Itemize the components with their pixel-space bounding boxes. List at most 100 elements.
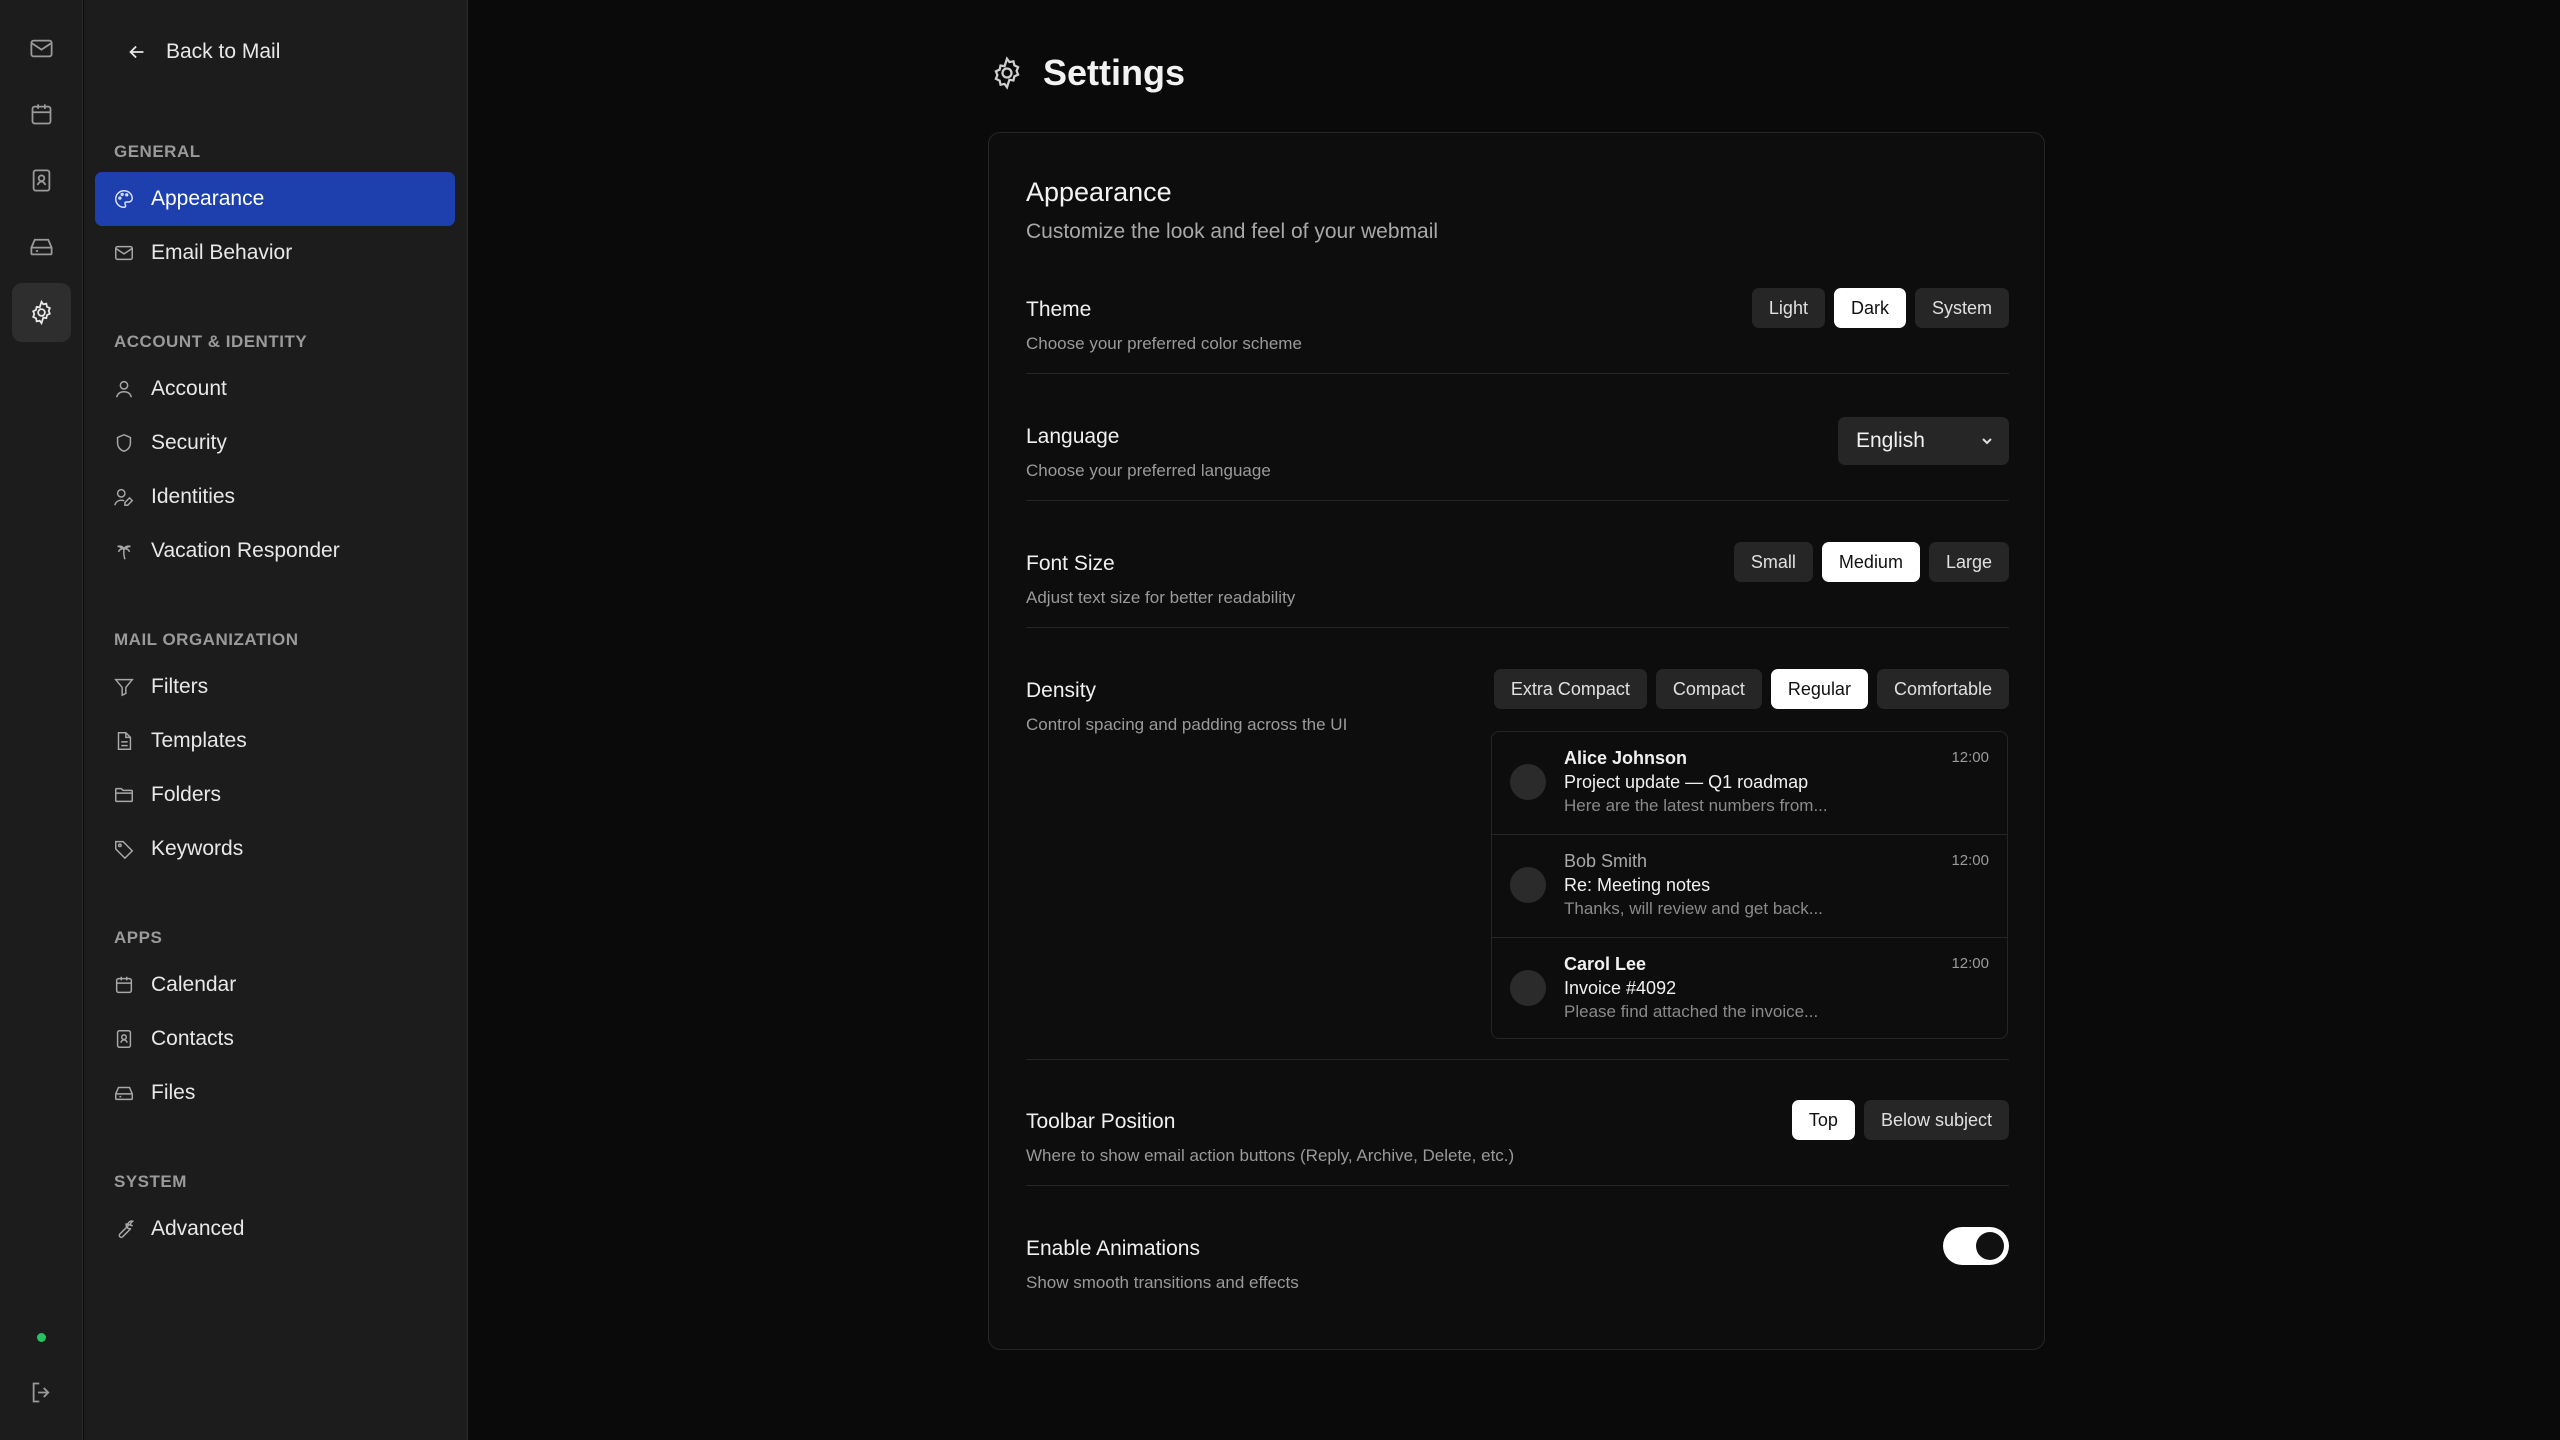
wrench-icon xyxy=(118,1220,135,1239)
density-preview-list: Alice Johnson Project update — Q1 roadma… xyxy=(1491,731,2008,1039)
sidebar-item-label: Keywords xyxy=(151,837,244,860)
avatar xyxy=(1510,970,1546,1006)
online-status-dot xyxy=(37,1333,46,1342)
divider xyxy=(1026,500,2009,501)
density-option-extra-compact[interactable]: Extra Compact xyxy=(1493,669,1647,709)
density-option-comfortable[interactable]: Comfortable xyxy=(1876,669,2009,709)
theme-selector: Light Dark System xyxy=(1751,288,2009,328)
toolbar-option-top[interactable]: Top xyxy=(1791,1100,1855,1140)
sidebar-item-security[interactable]: Security xyxy=(95,416,455,470)
sidebar-item-contacts[interactable]: Contacts xyxy=(95,1012,455,1066)
settings-icon[interactable] xyxy=(12,283,71,342)
animations-label: Enable Animations xyxy=(1026,1237,1200,1260)
animations-toggle[interactable] xyxy=(1943,1227,2009,1265)
density-setting: Density Control spacing and padding acro… xyxy=(1026,669,2009,734)
palm-tree-icon xyxy=(117,545,131,560)
logout-icon[interactable] xyxy=(12,1363,71,1422)
sidebar-item-label: Templates xyxy=(151,729,247,752)
preview-snippet: Here are the latest numbers from... xyxy=(1564,796,1828,815)
preview-time: 12:00 xyxy=(1951,749,1989,766)
back-to-mail-link[interactable]: Back to Mail xyxy=(126,34,280,70)
section-label-general: GENERAL xyxy=(114,142,201,161)
sidebar-item-advanced[interactable]: Advanced xyxy=(95,1202,455,1256)
sidebar-item-label: Files xyxy=(151,1081,196,1104)
theme-setting: Theme Choose your preferred color scheme… xyxy=(1026,288,2009,353)
divider xyxy=(1026,1185,2009,1186)
arrow-left-icon xyxy=(129,45,144,59)
shield-icon xyxy=(116,433,132,453)
sidebar-item-files[interactable]: Files xyxy=(95,1066,455,1120)
font-size-option-small[interactable]: Small xyxy=(1733,542,1813,582)
theme-option-light[interactable]: Light xyxy=(1751,288,1825,328)
document-icon xyxy=(117,732,132,750)
font-size-option-large[interactable]: Large xyxy=(1928,542,2009,582)
section-label-mail-organization: MAIL ORGANIZATION xyxy=(114,630,299,649)
language-select[interactable]: English xyxy=(1838,417,2009,465)
preview-sender: Bob Smith xyxy=(1564,851,1648,871)
settings-sidebar: Back to Mail GENERAL Appearance Email Be… xyxy=(84,0,468,1440)
theme-desc: Choose your preferred color scheme xyxy=(1026,334,1302,353)
language-setting: Language Choose your preferred language … xyxy=(1026,417,2009,480)
section-label-system: SYSTEM xyxy=(114,1172,187,1191)
sidebar-item-label: Calendar xyxy=(151,973,237,996)
preview-subject: Re: Meeting notes xyxy=(1564,875,1711,895)
density-option-regular[interactable]: Regular xyxy=(1770,669,1868,709)
list-item: Bob Smith Re: Meeting notes Thanks, will… xyxy=(1492,835,2007,938)
avatar xyxy=(1510,764,1546,800)
preview-snippet: Thanks, will review and get back... xyxy=(1564,899,1823,918)
sidebar-item-account[interactable]: Account xyxy=(95,362,455,416)
language-desc: Choose your preferred language xyxy=(1026,461,1271,480)
density-option-compact[interactable]: Compact xyxy=(1655,669,1762,709)
calendar-icon xyxy=(115,976,133,994)
sidebar-item-email-behavior[interactable]: Email Behavior xyxy=(95,226,455,280)
sidebar-item-templates[interactable]: Templates xyxy=(95,714,455,768)
tag-icon xyxy=(115,840,134,860)
preview-subject: Invoice #4092 xyxy=(1564,978,1677,998)
toolbar-position-desc: Where to show email action buttons (Repl… xyxy=(1026,1146,1515,1165)
sidebar-item-label: Email Behavior xyxy=(151,241,293,264)
calendar-icon[interactable] xyxy=(12,85,71,144)
sidebar-item-folders[interactable]: Folders xyxy=(95,768,455,822)
mail-icon[interactable] xyxy=(12,19,71,78)
density-label: Density xyxy=(1026,679,1097,702)
font-size-setting: Font Size Adjust text size for better re… xyxy=(1026,542,2009,607)
chevron-down-icon xyxy=(1982,438,1992,445)
divider xyxy=(1026,373,2009,374)
avatar xyxy=(1510,867,1546,903)
toolbar-option-below-subject[interactable]: Below subject xyxy=(1863,1100,2009,1140)
settings-icon xyxy=(994,56,1020,90)
sidebar-item-label: Contacts xyxy=(151,1027,234,1050)
sidebar-item-calendar[interactable]: Calendar xyxy=(95,958,455,1012)
sidebar-item-keywords[interactable]: Keywords xyxy=(95,822,455,876)
preview-snippet: Please find attached the invoice... xyxy=(1564,1002,1819,1021)
card-subtitle: Customize the look and feel of your webm… xyxy=(1026,220,1439,243)
font-size-selector: Small Medium Large xyxy=(1733,542,2009,582)
language-select-value: English xyxy=(1856,429,1925,452)
preview-sender: Carol Lee xyxy=(1564,954,1647,974)
folder-icon xyxy=(115,787,133,803)
sidebar-item-label: Advanced xyxy=(151,1217,245,1240)
theme-option-system[interactable]: System xyxy=(1914,288,2009,328)
palette-icon xyxy=(115,190,133,208)
divider xyxy=(1026,1059,2009,1060)
preview-time: 12:00 xyxy=(1951,955,1989,972)
density-desc: Control spacing and padding across the U… xyxy=(1026,715,1348,734)
contacts-icon xyxy=(116,1030,132,1048)
filter-icon xyxy=(114,678,134,697)
list-item: Alice Johnson Project update — Q1 roadma… xyxy=(1492,732,2007,835)
files-icon xyxy=(115,1086,133,1101)
divider xyxy=(1026,627,2009,628)
sidebar-item-vacation-responder[interactable]: Vacation Responder xyxy=(95,524,455,578)
sidebar-item-label: Security xyxy=(151,431,227,454)
font-size-option-medium[interactable]: Medium xyxy=(1821,542,1920,582)
files-icon[interactable] xyxy=(12,217,71,276)
sidebar-item-label: Identities xyxy=(151,485,236,508)
theme-option-dark[interactable]: Dark xyxy=(1833,288,1906,328)
contacts-icon[interactable] xyxy=(12,151,71,210)
sidebar-item-appearance[interactable]: Appearance xyxy=(95,172,455,226)
sidebar-item-identities[interactable]: Identities xyxy=(95,470,455,524)
font-size-label: Font Size xyxy=(1026,552,1115,575)
font-size-desc: Adjust text size for better readability xyxy=(1026,588,1296,607)
sidebar-item-filters[interactable]: Filters xyxy=(95,660,455,714)
preview-time: 12:00 xyxy=(1951,852,1989,869)
